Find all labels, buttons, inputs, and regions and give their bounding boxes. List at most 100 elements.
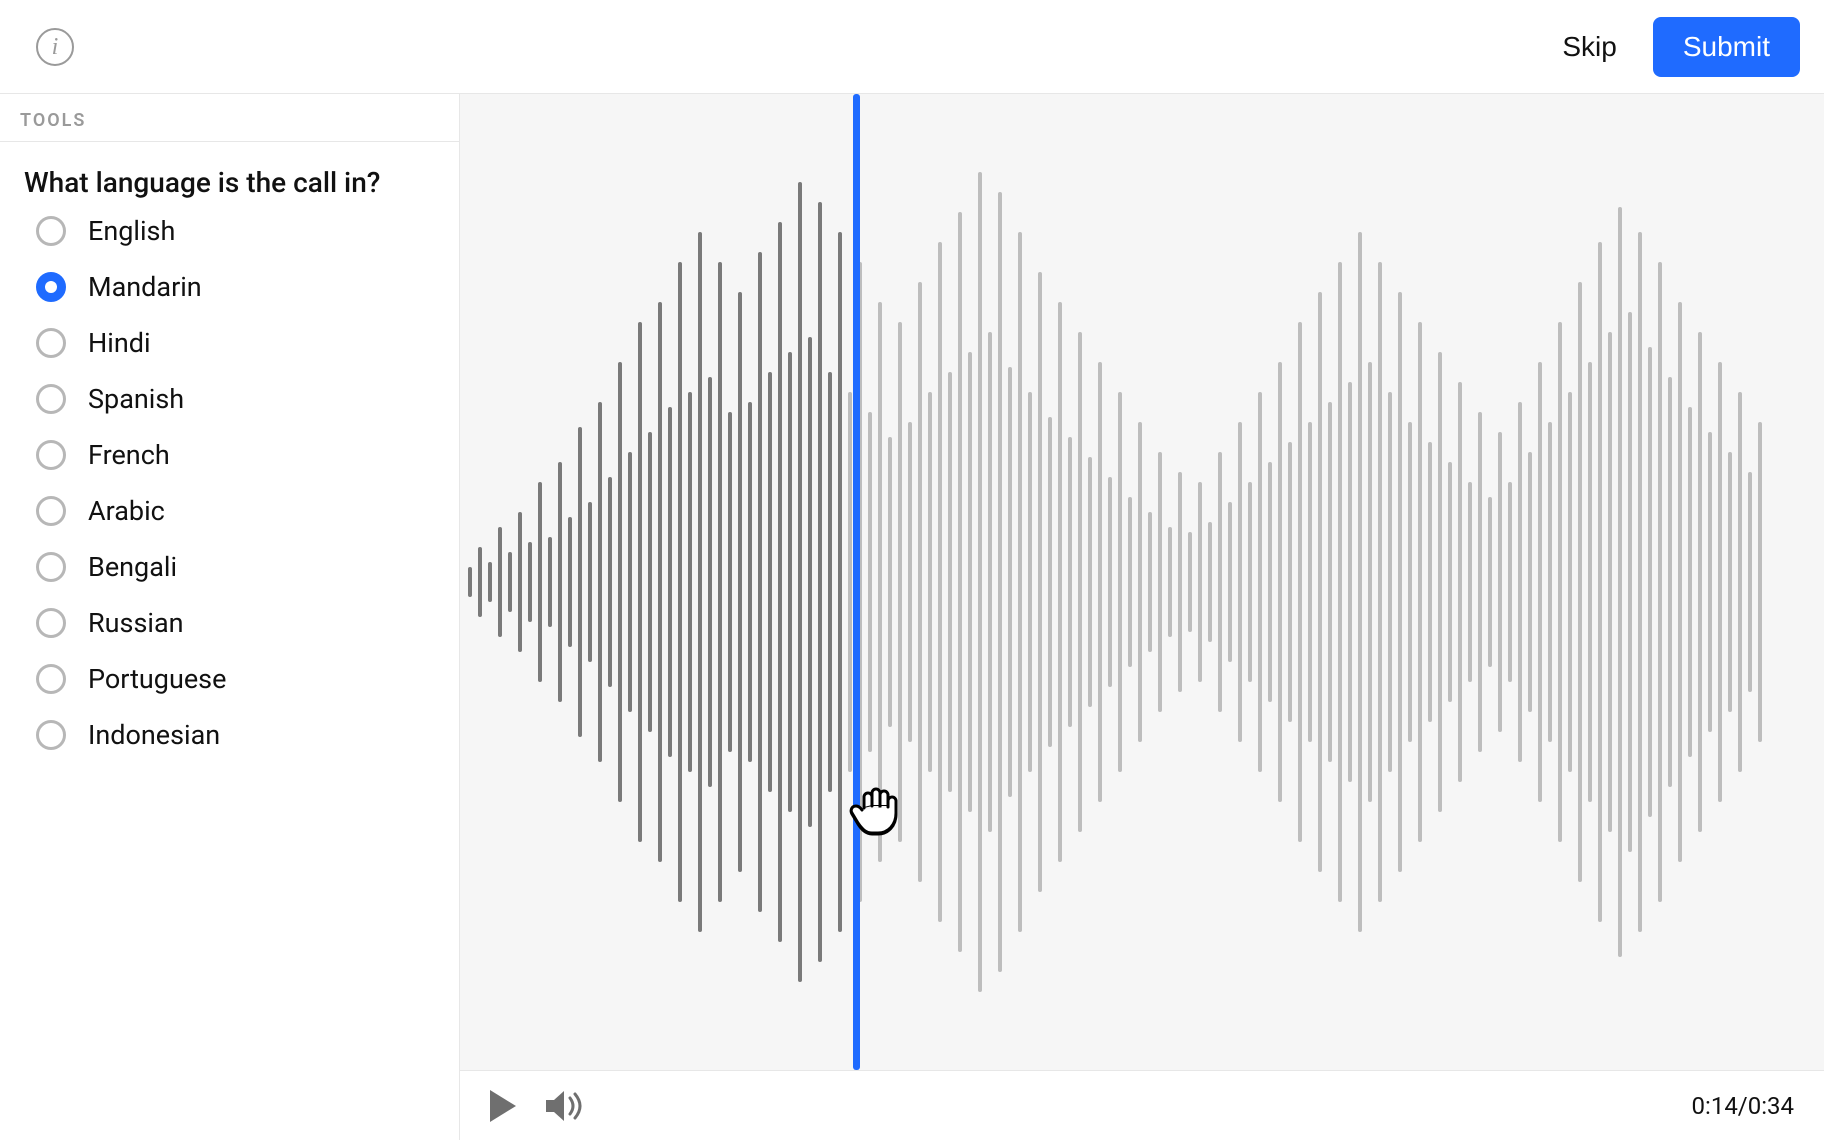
- skip-button[interactable]: Skip: [1562, 31, 1616, 63]
- option-hindi[interactable]: Hindi: [36, 327, 447, 359]
- waveform-bar: [878, 302, 882, 862]
- waveform-bar: [1748, 472, 1752, 692]
- waveform-bar: [1718, 362, 1722, 802]
- waveform-bar: [1108, 477, 1112, 687]
- option-indonesian[interactable]: Indonesian: [36, 719, 447, 751]
- waveform-bar: [1018, 232, 1022, 932]
- waveform-bar: [888, 437, 892, 727]
- option-spanish[interactable]: Spanish: [36, 383, 447, 415]
- waveform-bar: [1598, 242, 1602, 922]
- waveform-bar: [1268, 462, 1272, 702]
- waveform-bar: [1258, 392, 1262, 772]
- option-label: Spanish: [88, 383, 184, 415]
- waveform-bar: [698, 232, 702, 932]
- waveform-bar: [988, 332, 992, 832]
- waveform-bar: [1138, 422, 1142, 742]
- waveform-bar: [1448, 462, 1452, 702]
- waveform-bar: [538, 482, 542, 682]
- waveform-bar: [1288, 442, 1292, 722]
- waveform-bar: [1698, 332, 1702, 832]
- waveform-bar: [1318, 292, 1322, 872]
- header-actions: Skip Submit: [1562, 17, 1800, 77]
- waveform-bar: [1168, 527, 1172, 637]
- playhead[interactable]: [853, 94, 860, 1070]
- waveform-bar: [678, 262, 682, 902]
- waveform-bar: [1488, 497, 1492, 667]
- waveform-bar: [1498, 432, 1502, 732]
- option-portuguese[interactable]: Portuguese: [36, 663, 447, 695]
- waveform-bar: [728, 412, 732, 752]
- waveform-bar: [1048, 417, 1052, 747]
- waveform-bar: [808, 337, 812, 827]
- waveform-bar: [568, 517, 572, 647]
- waveform-bar: [998, 192, 1002, 972]
- option-label: French: [88, 439, 170, 471]
- tools-section-header: TOOLS: [0, 94, 459, 142]
- waveform-bar: [528, 542, 532, 622]
- option-label: Portuguese: [88, 663, 226, 695]
- option-english[interactable]: English: [36, 215, 447, 247]
- radio-icon[interactable]: [36, 384, 66, 414]
- option-label: Arabic: [88, 495, 165, 527]
- waveform-bar: [1418, 322, 1422, 842]
- waveform-bar: [1658, 262, 1662, 902]
- waveform-bar: [1078, 332, 1082, 832]
- sidebar: TOOLS What language is the call in? Engl…: [0, 94, 460, 1140]
- waveform-bar: [1338, 262, 1342, 902]
- waveform-bar: [1038, 272, 1042, 892]
- radio-icon[interactable]: [36, 216, 66, 246]
- waveform-bar: [938, 242, 942, 922]
- waveform-bar: [688, 392, 692, 772]
- waveform-bar: [618, 362, 622, 802]
- waveform-bar: [558, 462, 562, 702]
- waveform-bar: [1438, 352, 1442, 812]
- waveform-bar: [1378, 262, 1382, 902]
- submit-button[interactable]: Submit: [1653, 17, 1800, 77]
- waveform-bar: [1238, 422, 1242, 742]
- waveform-bar: [1518, 402, 1522, 762]
- audio-panel: 0:14/0:34: [460, 94, 1824, 1140]
- waveform-bar: [1678, 302, 1682, 862]
- waveform-bar: [1228, 502, 1232, 662]
- waveform-bar: [1388, 392, 1392, 772]
- waveform-bar: [1118, 392, 1122, 772]
- radio-icon[interactable]: [36, 664, 66, 694]
- waveform-bar: [1628, 312, 1632, 852]
- waveform-bar: [968, 352, 972, 812]
- waveform-bar: [478, 547, 482, 617]
- option-bengali[interactable]: Bengali: [36, 551, 447, 583]
- waveform-bar: [1458, 382, 1462, 782]
- waveform-area[interactable]: [460, 94, 1824, 1070]
- radio-icon[interactable]: [36, 720, 66, 750]
- radio-icon[interactable]: [36, 496, 66, 526]
- waveform-bar: [1468, 482, 1472, 682]
- waveform-bar: [708, 377, 712, 787]
- option-russian[interactable]: Russian: [36, 607, 447, 639]
- waveform-bar: [768, 372, 772, 792]
- waveform-bar: [1538, 362, 1542, 802]
- radio-icon[interactable]: [36, 608, 66, 638]
- waveform-bar: [1328, 402, 1332, 762]
- volume-icon[interactable]: [544, 1089, 584, 1123]
- radio-icon[interactable]: [36, 552, 66, 582]
- option-arabic[interactable]: Arabic: [36, 495, 447, 527]
- waveform-bar: [818, 202, 822, 962]
- waveform-bar: [758, 252, 762, 912]
- waveform-bar: [608, 477, 612, 687]
- waveform[interactable]: [460, 132, 1824, 1032]
- option-mandarin[interactable]: Mandarin: [36, 271, 447, 303]
- option-french[interactable]: French: [36, 439, 447, 471]
- waveform-bar: [1668, 377, 1672, 787]
- radio-icon[interactable]: [36, 328, 66, 358]
- info-icon[interactable]: i: [36, 28, 74, 66]
- waveform-bar: [1278, 362, 1282, 802]
- waveform-bar: [1368, 362, 1372, 802]
- waveform-bar: [1188, 532, 1192, 632]
- waveform-bar: [1128, 497, 1132, 667]
- radio-icon[interactable]: [36, 440, 66, 470]
- play-icon[interactable]: [490, 1090, 516, 1122]
- radio-icon[interactable]: [36, 272, 66, 302]
- waveform-bar: [1248, 482, 1252, 682]
- waveform-bar: [868, 412, 872, 752]
- waveform-bar: [1508, 482, 1512, 682]
